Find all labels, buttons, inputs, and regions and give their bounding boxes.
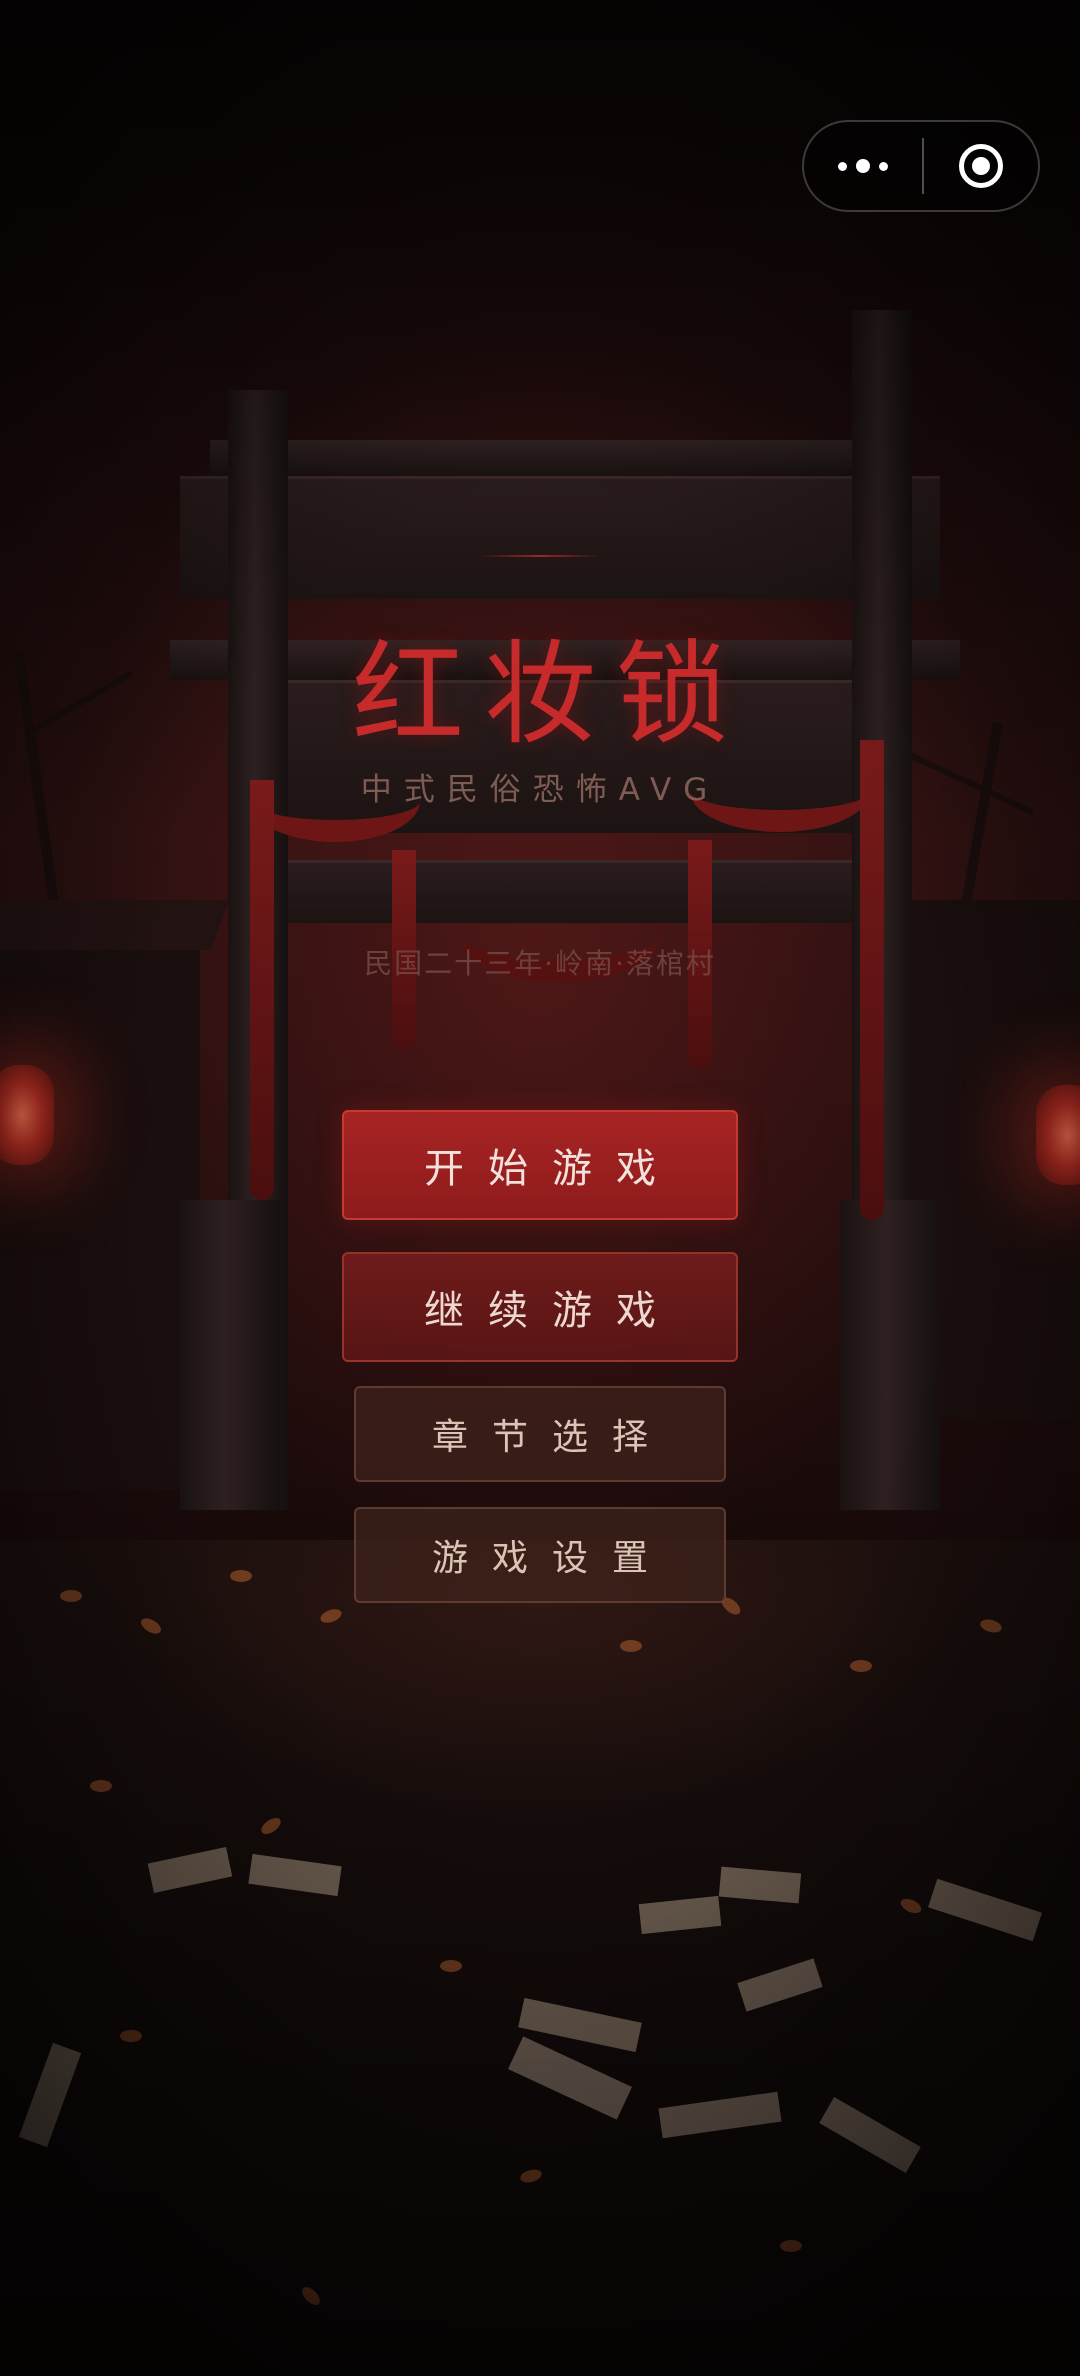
mini-program-capsule xyxy=(802,120,1040,212)
game-title: 红妆锁 xyxy=(352,630,748,760)
target-circle-icon[interactable] xyxy=(924,122,1038,210)
continue-game-button[interactable]: 继续游戏 xyxy=(342,1252,738,1362)
start-game-button[interactable]: 开始游戏 xyxy=(342,1110,738,1220)
title-screen: 红妆锁 中式民俗恐怖AVG 民国二十三年·岭南·落棺村 开始游戏 继续游戏 章节… xyxy=(0,0,1080,2376)
chapter-select-button[interactable]: 章节选择 xyxy=(354,1386,726,1482)
game-subtitle: 中式民俗恐怖AVG xyxy=(360,772,720,808)
game-settings-button[interactable]: 游戏设置 xyxy=(354,1507,726,1603)
game-tagline: 民国二十三年·岭南·落棺村 xyxy=(364,947,716,980)
title-divider xyxy=(478,555,602,557)
more-dots-icon[interactable] xyxy=(804,122,922,210)
